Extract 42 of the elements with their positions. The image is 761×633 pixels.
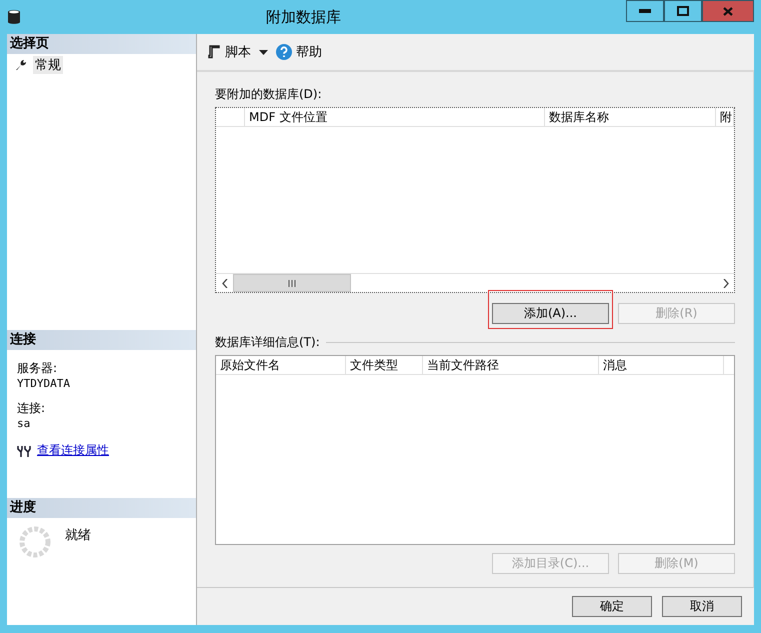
close-icon xyxy=(723,6,733,16)
spinner-icon xyxy=(19,526,51,558)
attach-grid[interactable]: MDF 文件位置 数据库名称 附 xyxy=(215,107,735,293)
close-button[interactable] xyxy=(702,0,754,22)
dropdown-caret-icon[interactable] xyxy=(259,50,268,54)
window-title: 附加数据库 xyxy=(265,8,342,26)
dialog-button[interactable]: 取消 xyxy=(662,596,742,617)
column-header[interactable]: 文件类型 xyxy=(346,356,423,374)
grip-icon xyxy=(288,280,296,286)
section-header: 进度 xyxy=(7,498,196,518)
minimize-icon xyxy=(639,9,651,13)
database-icon xyxy=(7,9,21,25)
details-grid[interactable]: 原始文件名 文件类型 当前文件路径 消息 xyxy=(215,355,735,545)
column-header[interactable]: 当前文件路径 xyxy=(423,356,599,374)
maximize-icon xyxy=(677,6,689,16)
maximize-button[interactable] xyxy=(664,0,702,22)
server-name: YTDYDATA xyxy=(17,377,71,390)
dialog-button[interactable]: 添加(A)... xyxy=(492,303,609,324)
column-header[interactable]: 数据库名称 xyxy=(545,108,716,126)
progress-status: 就绪 xyxy=(65,527,91,545)
page-item[interactable]: 常规 xyxy=(33,56,63,74)
section-header: 选择页 xyxy=(7,34,196,54)
connection-label: 连接: xyxy=(17,400,46,417)
column-header[interactable]: 原始文件名 xyxy=(216,356,346,374)
wrench-icon xyxy=(15,59,27,71)
help-button[interactable]: 帮助 xyxy=(276,43,322,61)
script-icon xyxy=(207,44,221,60)
script-button[interactable]: 脚本 xyxy=(207,43,251,61)
details-label: 数据库详细信息(T): xyxy=(215,334,320,351)
section-header: 连接 xyxy=(7,330,196,350)
plug-icon xyxy=(17,444,31,456)
dialog-button[interactable]: 确定 xyxy=(572,596,652,617)
minimize-button[interactable] xyxy=(626,0,664,22)
column-header[interactable]: 附 xyxy=(716,108,734,126)
help-icon xyxy=(276,44,292,60)
connection-user: sa xyxy=(17,417,32,430)
attach-label: 要附加的数据库(D): xyxy=(215,86,323,103)
horizontal-scrollbar[interactable] xyxy=(216,273,734,292)
column-header[interactable]: MDF 文件位置 xyxy=(245,108,545,126)
server-label: 服务器: xyxy=(17,360,58,377)
connection-properties-link[interactable]: 查看连接属性 xyxy=(37,442,109,459)
column-header[interactable]: 消息 xyxy=(599,356,724,374)
